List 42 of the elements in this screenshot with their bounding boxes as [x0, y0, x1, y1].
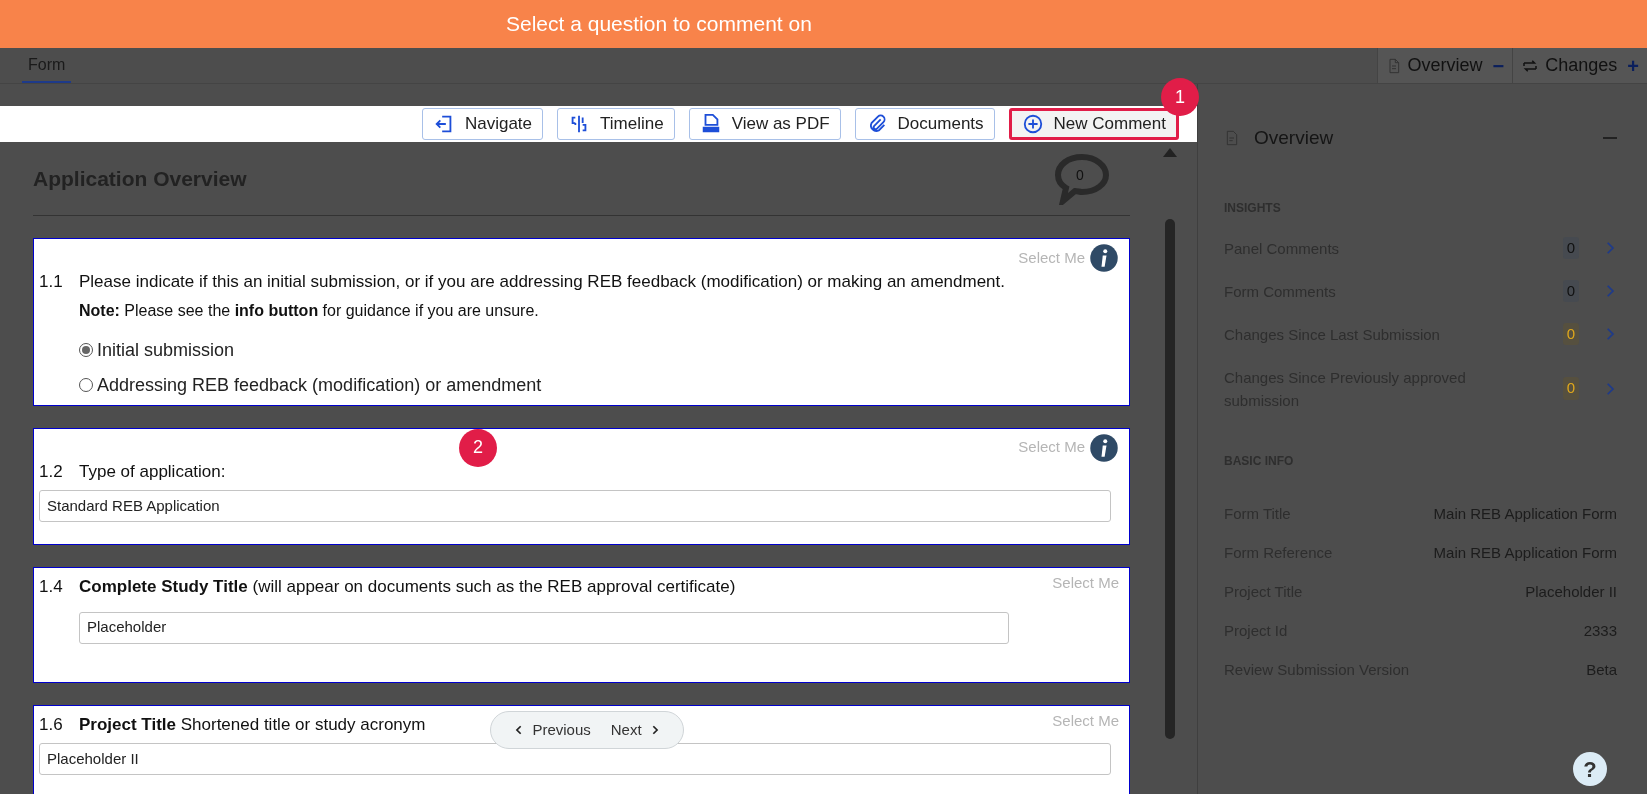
previous-button[interactable]: Previous [514, 718, 591, 742]
question-number: 1.2 [39, 460, 64, 483]
banner-message: Select a question to comment on [506, 11, 812, 38]
text-input-field[interactable]: Standard REB Application [39, 490, 1111, 522]
toggle-label: Overview [1407, 54, 1483, 77]
option-label: Initial submission [97, 338, 235, 362]
comment-count: 0 [1076, 165, 1084, 185]
toggle-label: Changes [1545, 54, 1618, 77]
count-badge: 0 [1563, 279, 1579, 303]
question-card[interactable]: 1.2 Type of application: Select Me Standard REB Application 2 [33, 427, 1130, 545]
toolbar-button[interactable]: Navigate [421, 108, 544, 140]
question-number: 1.4 [39, 576, 64, 598]
toolbar-button[interactable]: Documents [854, 108, 995, 140]
text-input-field[interactable]: Placeholder [79, 611, 1009, 644]
scrollbar-thumb[interactable] [1165, 219, 1175, 739]
question-number: 1.1 [39, 271, 64, 293]
option-label: Addressing REB feedback (modification) or amendment [97, 373, 542, 397]
radio-button[interactable] [79, 343, 93, 357]
note-text: Note: Please see the info button for guidance if you are unsure. [79, 300, 540, 321]
question-text: Complete Study Title (will appear on documents such as the REB approval certificate) [79, 576, 736, 598]
plus-circle-icon [1021, 113, 1044, 135]
question-card[interactable]: 1.4 Complete Study Title (will appear on documents such as the REB approval certificate) Select Me Placeholder [33, 567, 1130, 683]
question-text: Please indicate if this an initial submission, or if you are addressing REB feedback (modification) or making an amendment. [79, 271, 1006, 293]
step-number-badge: 2 [459, 428, 497, 467]
count-badge: 0 [1563, 377, 1579, 400]
count-badge: 0 [1563, 322, 1579, 346]
next-button[interactable]: Next [610, 718, 660, 742]
radio-button[interactable] [79, 378, 93, 392]
question-number: 1.6 [39, 713, 64, 736]
toolbar-button[interactable]: View as PDF [688, 108, 841, 140]
toggle-sign: + [1627, 53, 1639, 79]
step-number-badge: 1 [1161, 78, 1199, 116]
count-badge: 0 [1563, 236, 1579, 260]
question-card[interactable] [33, 238, 1130, 406]
toggle-sign: − [1492, 53, 1505, 79]
text-input-field[interactable]: Placeholder II [39, 743, 1111, 775]
question-text: Type of application: [79, 460, 226, 483]
toolbar-button[interactable]: Timeline [557, 108, 675, 140]
question-text: Project Title Shortened title or study acronym [79, 713, 426, 736]
new-comment-button[interactable]: New Comment [1008, 108, 1179, 140]
panel-title: Overview [1254, 126, 1335, 150]
help-button[interactable]: ? [1573, 752, 1607, 786]
